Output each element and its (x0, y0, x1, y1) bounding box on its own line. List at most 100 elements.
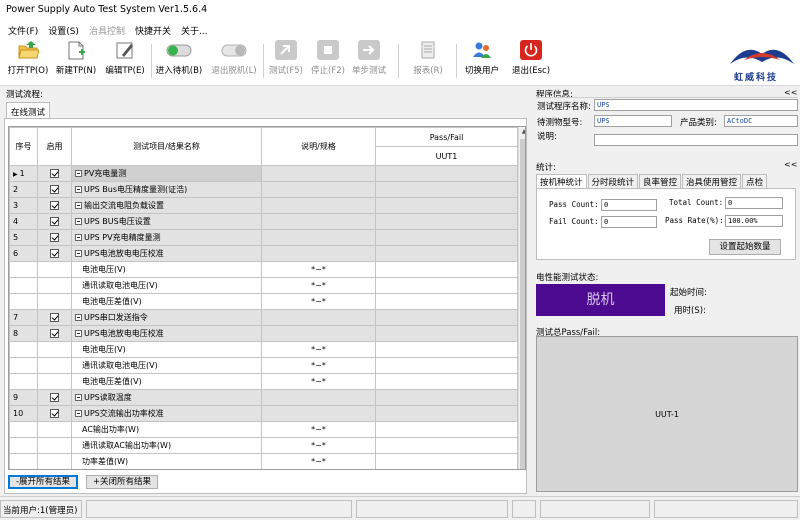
test-result-row[interactable]: 电池电压(V) *~* (9, 341, 518, 358)
test-group-row[interactable]: 5 UPS PV充电精度量测 (9, 229, 518, 246)
tab-inspection[interactable]: 点检 (742, 174, 768, 188)
enable-checkbox[interactable] (50, 217, 59, 226)
test-result-row[interactable]: 功率差值(W) *~* (9, 453, 518, 469)
scrollbar-thumb[interactable] (520, 139, 525, 469)
program-name-field[interactable]: UPS (594, 99, 798, 111)
stop-button[interactable]: 停止(F2) (308, 40, 348, 82)
col-header-name[interactable]: 测试项目/结果名称 (71, 127, 262, 166)
stats-collapse-icon[interactable]: << (784, 160, 797, 169)
tree-collapse-icon[interactable] (75, 250, 82, 257)
tree-collapse-icon[interactable] (75, 410, 82, 417)
enable-checkbox[interactable] (50, 313, 59, 322)
menu-quick-switch[interactable]: 快捷开关 (131, 20, 177, 38)
step-test-button[interactable]: 单步测试 (348, 40, 390, 82)
test-result-row[interactable]: 电池电压差值(V) *~* (9, 373, 518, 390)
report-icon (417, 40, 439, 60)
edit-tp-button[interactable]: 编辑TP(E) (102, 40, 148, 82)
product-category-field[interactable]: ACtoDC (724, 115, 798, 127)
row-enable (37, 421, 72, 438)
enable-checkbox[interactable] (50, 409, 59, 418)
row-name-text: 通讯读取AC输出功率(W) (82, 441, 172, 450)
expand-all-results-button[interactable]: -展开所有结果 (8, 475, 78, 489)
menu-file[interactable]: 文件(F) (4, 20, 44, 38)
program-info-title: 程序信息: (536, 90, 573, 100)
toolbar-separator (456, 44, 457, 78)
total-count-field[interactable]: 0 (725, 197, 783, 209)
switch-user-button[interactable]: 切换用户 (460, 40, 504, 82)
test-group-row[interactable]: 4 UPS BUS电压设置 (9, 213, 518, 230)
tree-collapse-icon[interactable] (75, 330, 82, 337)
exit-offline-button[interactable]: 退出脱机(L) (208, 40, 260, 82)
test-group-row[interactable]: ▶ 1 PV充电量测 (9, 165, 518, 182)
collapse-all-results-button[interactable]: +关闭所有结果 (86, 475, 158, 489)
test-result-row[interactable]: 通讯读取电池电压(V) *~* (9, 277, 518, 294)
enable-checkbox[interactable] (50, 185, 59, 194)
tree-collapse-icon[interactable] (75, 186, 82, 193)
row-enable (37, 293, 72, 310)
pass-rate-field[interactable]: 100.00% (725, 215, 783, 227)
table-vertical-scrollbar[interactable]: ▲ ▼ (518, 127, 525, 469)
fail-count-field[interactable]: 0 (601, 216, 657, 228)
enable-checkbox[interactable] (50, 329, 59, 338)
new-tp-button[interactable]: 新建TP(N) (54, 40, 98, 82)
description-field[interactable] (594, 134, 798, 146)
row-name-text: 电池电压(V) (82, 345, 126, 354)
enable-checkbox[interactable] (50, 201, 59, 210)
report-button[interactable]: 报表(R) (408, 40, 448, 82)
row-spec (261, 405, 376, 422)
row-seq (9, 437, 38, 454)
enable-checkbox[interactable] (50, 233, 59, 242)
tree-collapse-icon[interactable] (75, 170, 82, 177)
status-cell-2 (86, 500, 352, 518)
test-group-row[interactable]: 10 UPS交流输出功率校准 (9, 405, 518, 422)
col-header-passfail[interactable]: Pass/Fail (375, 127, 518, 147)
tab-by-period[interactable]: 分时段统计 (587, 174, 639, 188)
tree-collapse-icon[interactable] (75, 218, 82, 225)
test-result-row[interactable]: 电池电压差值(V) *~* (9, 293, 518, 310)
open-folder-icon (17, 40, 40, 60)
tree-collapse-icon[interactable] (75, 314, 82, 321)
tab-fixture-usage[interactable]: 治具使用管控 (682, 174, 742, 188)
exit-button[interactable]: 退出(Esc) (508, 40, 554, 82)
tab-yield-control[interactable]: 良率管控 (639, 174, 682, 188)
menu-about[interactable]: 关于... (177, 20, 214, 38)
test-result-row[interactable]: AC输出功率(W) *~* (9, 421, 518, 438)
tree-collapse-icon[interactable] (75, 394, 82, 401)
test-group-row[interactable]: 2 UPS Bus电压精度量测(证浩) (9, 181, 518, 198)
set-start-count-button[interactable]: 设置起始数量 (709, 239, 781, 255)
dut-model-field[interactable]: UPS (594, 115, 672, 127)
status-cell-3 (356, 500, 508, 518)
tree-collapse-icon[interactable] (75, 202, 82, 209)
row-spec: *~* (261, 341, 376, 358)
enable-checkbox[interactable] (50, 169, 59, 178)
enable-checkbox[interactable] (50, 249, 59, 258)
stats-panel: Pass Count: 0 Fail Count: 0 Total Count:… (536, 188, 796, 260)
test-result-row[interactable]: 通讯读取电池电压(V) *~* (9, 357, 518, 374)
menu-fixture-control[interactable]: 治具控制 (85, 20, 131, 38)
test-group-row[interactable]: 8 UPS电池放电电压校准 (9, 325, 518, 342)
switch-user-icon (471, 40, 493, 60)
col-header-seq[interactable]: 序号 (9, 127, 38, 166)
row-seq (9, 421, 38, 438)
scroll-up-arrow-icon[interactable]: ▲ (519, 127, 525, 137)
col-header-enable[interactable]: 启用 (37, 127, 72, 166)
tab-by-model[interactable]: 按机种统计 (536, 174, 587, 188)
row-name: 通讯读取电池电压(V) (71, 277, 262, 294)
test-result-row[interactable]: 通讯读取AC输出功率(W) *~* (9, 437, 518, 454)
test-group-row[interactable]: 3 输出交流电阻负载设置 (9, 197, 518, 214)
col-header-uut1[interactable]: UUT1 (375, 146, 518, 166)
test-button[interactable]: 测试(F5) (266, 40, 306, 82)
test-result-row[interactable]: 电池电压(V) *~* (9, 261, 518, 278)
tab-online-test[interactable]: 在线测试 (6, 102, 50, 118)
test-group-row[interactable]: 9 UPS读取温度 (9, 389, 518, 406)
enable-checkbox[interactable] (50, 393, 59, 402)
pass-count-field[interactable]: 0 (601, 199, 657, 211)
program-info-collapse-icon[interactable]: << (784, 88, 797, 97)
col-header-spec[interactable]: 说明/规格 (261, 127, 376, 166)
test-group-row[interactable]: 6 UPS电池放电电压校准 (9, 245, 518, 262)
test-group-row[interactable]: 7 UPS串口发送指令 (9, 309, 518, 326)
tree-collapse-icon[interactable] (75, 234, 82, 241)
open-tp-button[interactable]: 打开TP(O) (4, 40, 52, 82)
menu-settings[interactable]: 设置(S) (44, 20, 85, 38)
enter-standby-button[interactable]: 进入待机(B) (154, 40, 204, 82)
